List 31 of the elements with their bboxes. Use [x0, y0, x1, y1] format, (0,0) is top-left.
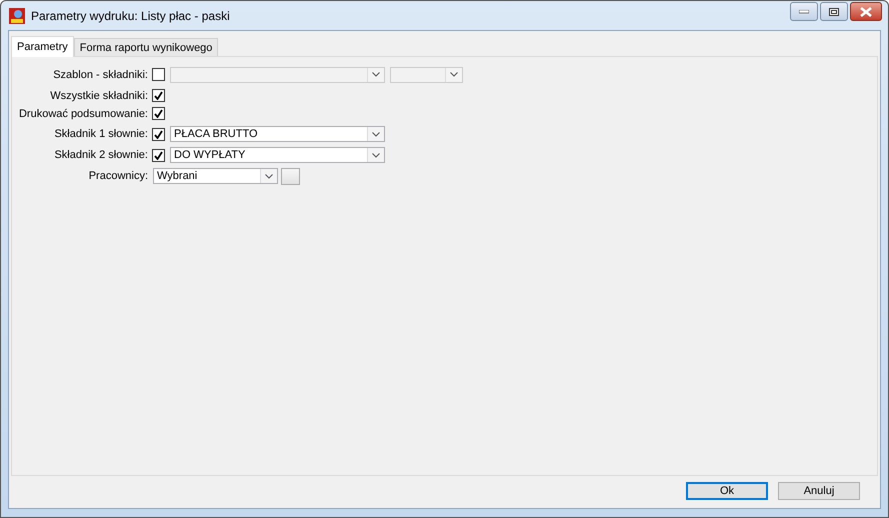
dialog-button[interactable]: Anuluj: [778, 482, 860, 500]
field-label: Wszystkie składniki:: [49, 90, 148, 102]
field-label: Składnik 2 słownie:: [53, 149, 148, 161]
field-label: Składnik 1 słownie:: [53, 128, 148, 140]
tab[interactable]: Forma raportu wynikowego: [74, 38, 218, 56]
maximize-button[interactable]: [820, 2, 848, 21]
checkbox[interactable]: [152, 68, 165, 81]
chevron-down-icon: [265, 174, 273, 178]
dropdown[interactable]: Wybrani: [153, 168, 278, 184]
minimize-button[interactable]: [790, 2, 818, 21]
dropdown[interactable]: DO WYPŁATY: [170, 147, 385, 163]
close-icon: [860, 6, 872, 16]
app-icon: [9, 8, 25, 24]
close-button[interactable]: [850, 2, 882, 21]
chevron-down-icon: [372, 152, 380, 158]
checkbox[interactable]: [152, 89, 165, 102]
field-label: Drukować podsumowanie:: [18, 108, 148, 120]
checkbox[interactable]: [152, 148, 165, 162]
checkbox[interactable]: [152, 128, 165, 140]
checkbox[interactable]: [152, 107, 165, 120]
chevron-down-icon: [450, 72, 458, 77]
dropdown[interactable]: PŁACA BRUTTO: [170, 126, 385, 142]
tab[interactable]: Parametry: [11, 36, 74, 57]
window-title: Parametry wydruku: Listy płac - paski: [31, 8, 231, 22]
dialog-button[interactable]: Ok: [686, 482, 768, 500]
field-label: Pracownicy:: [88, 170, 148, 182]
chevron-down-icon: [372, 132, 380, 136]
minimize-icon: [799, 10, 809, 14]
chevron-down-icon: [372, 72, 380, 77]
maximize-icon: [829, 8, 839, 16]
field-label: Szablon - składniki:: [52, 68, 148, 80]
